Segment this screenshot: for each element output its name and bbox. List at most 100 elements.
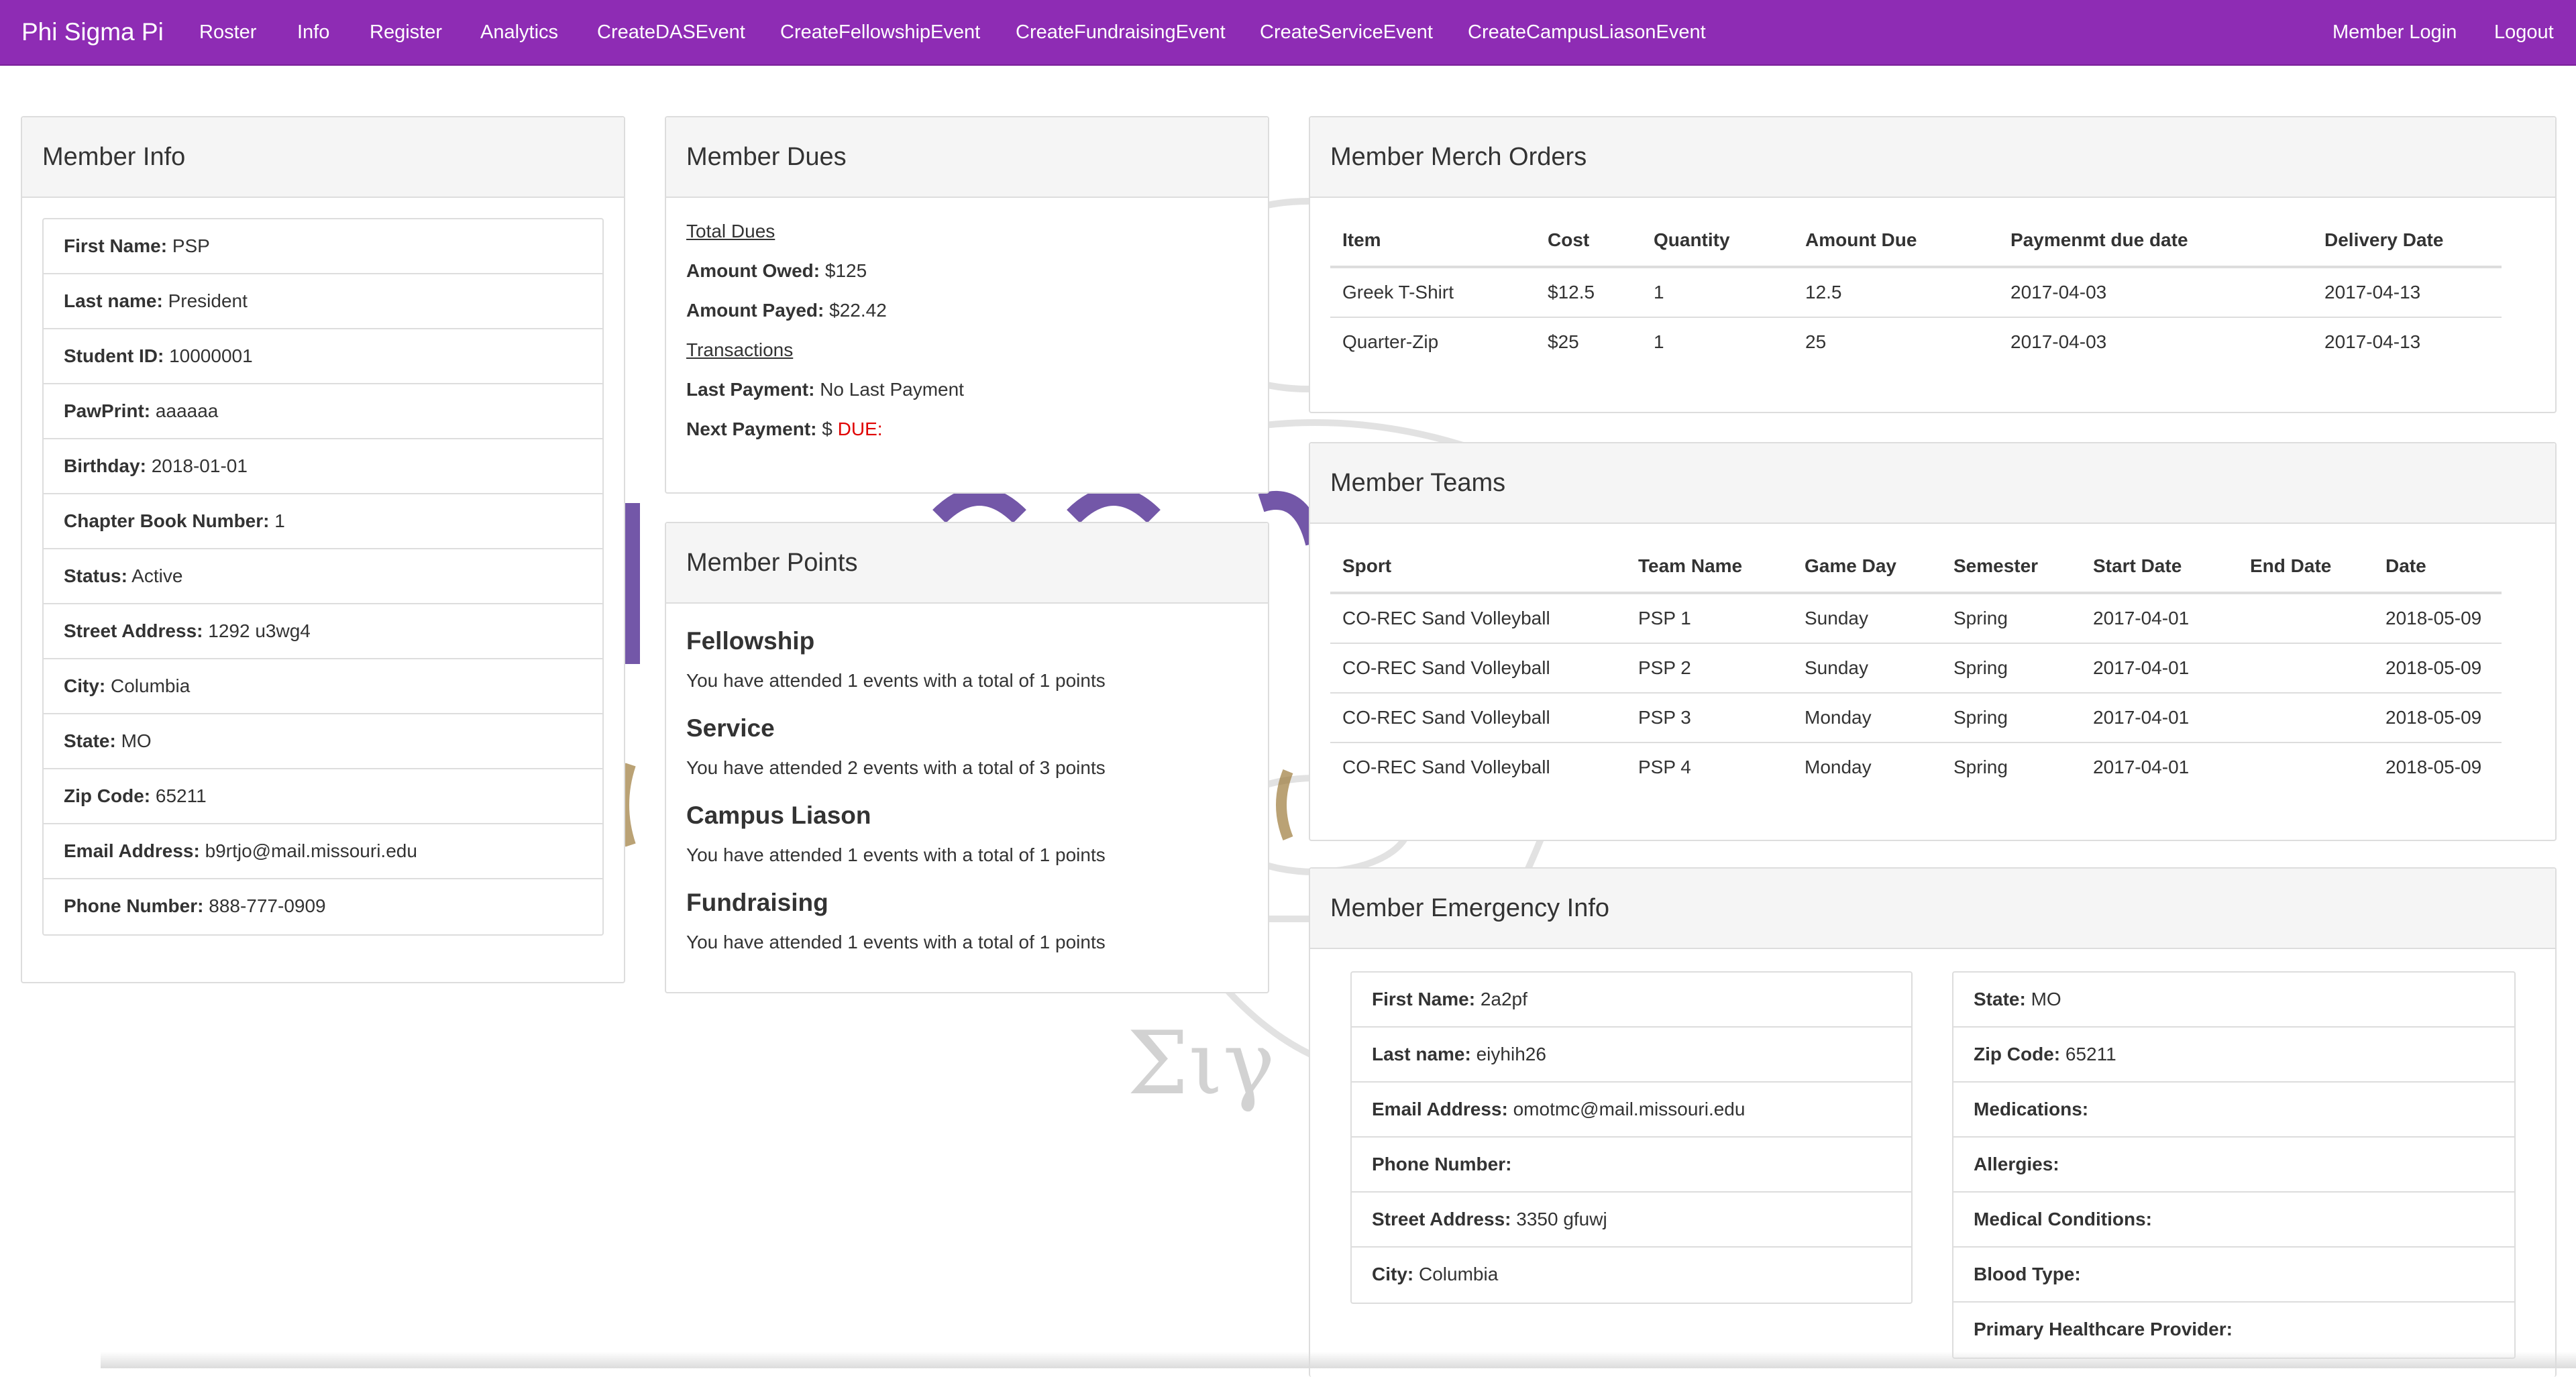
emergency-primary-healthcare-provider: Primary Healthcare Provider: [1974, 1319, 2233, 1339]
info-pawprint: PawPrint: aaaaaa [44, 384, 602, 439]
emergency-blood-type: Blood Type: [1953, 1248, 2514, 1303]
points-summary-fundraising: You have attended 1 events with a total … [686, 932, 1106, 952]
table-cell: 1 [1642, 267, 1793, 318]
emergency-city: City: Columbia [1372, 1264, 1499, 1284]
merch-table-header: Item Cost Quantity Amount Due Paymenmt d… [1330, 215, 2502, 268]
due-label: DUE: [837, 419, 883, 439]
table-cell [2238, 742, 2373, 791]
nav-register[interactable]: Register [370, 0, 442, 66]
emergency-right-list: State: MO Zip Code: 65211 Medications: A… [1952, 971, 2516, 1359]
table-cell: Spring [1941, 693, 2081, 743]
transactions-link[interactable]: Transactions [686, 330, 1248, 370]
emergency-email-address: Email Address: omotmc@mail.missouri.edu [1352, 1083, 1911, 1138]
column-header: Date [2373, 541, 2502, 594]
table-cell: PSP 1 [1626, 593, 1792, 644]
nav-analytics[interactable]: Analytics [480, 0, 558, 66]
info-phone-number: Phone Number: 888-777-0909 [64, 895, 326, 916]
table-cell: 2017-04-13 [2324, 331, 2421, 352]
nav-create-campus-liason-event[interactable]: CreateCampusLiasonEvent [1468, 0, 1706, 66]
window-bottom-shadow [101, 1352, 2576, 1368]
top-navbar: Phi Sigma Pi Roster Info Register Analyt… [0, 0, 2576, 66]
table-cell: Monday [1805, 757, 1872, 777]
column-header: Quantity [1642, 215, 1793, 268]
emergency-info-panel: Member Emergency Info First Name: 2a2pf … [1309, 867, 2557, 1377]
merch-orders-panel: Member Merch Orders Item Cost Quantity A… [1309, 116, 2557, 413]
nav-roster[interactable]: Roster [199, 0, 256, 66]
column-header: Semester [1941, 541, 2081, 594]
emergency-left-list: First Name: 2a2pf Last name: eiyhih26 Em… [1350, 971, 1913, 1304]
table-cell [2238, 643, 2373, 694]
info-status: Status: Active [44, 549, 602, 604]
emergency-info-title: Member Emergency Info [1310, 869, 2555, 949]
column-header: Sport [1330, 541, 1626, 594]
member-info-panel: Member Info First Name: PSP Last name: P… [21, 116, 625, 983]
table-cell: Sunday [1792, 593, 1941, 644]
nav-create-service-event[interactable]: CreateServiceEvent [1260, 0, 1433, 66]
info-student-id: Student ID: 10000001 [44, 329, 602, 384]
table-row: CO-REC Sand Volleyball PSP 3 Monday Spri… [1330, 693, 2502, 743]
table-row: CO-REC Sand Volleyball PSP 1 Sunday Spri… [1330, 593, 2502, 644]
column-header: Amount Due [1793, 215, 1998, 268]
table-cell: PSP 3 [1626, 693, 1792, 743]
table-cell: 2018-05-09 [2373, 693, 2502, 743]
points-summary-service: You have attended 2 events with a total … [686, 757, 1106, 778]
teams-table-header: Sport Team Name Game Day Semester Start … [1330, 541, 2502, 594]
info-last-name: Last name: President [44, 274, 602, 329]
info-chapter-book-number: Chapter Book Number: 1 [44, 494, 602, 549]
total-dues-link[interactable]: Total Dues [686, 211, 1248, 251]
nav-member-login[interactable]: Member Login [2332, 0, 2457, 66]
table-cell: PSP 2 [1626, 643, 1792, 694]
table-cell: $12.5 [1536, 267, 1642, 318]
table-cell [2238, 693, 2373, 743]
table-row: Greek T-Shirt $12.5 1 12.5 2017-04-03 20… [1330, 267, 2502, 318]
brand-link[interactable]: Phi Sigma Pi [21, 0, 164, 66]
nav-info[interactable]: Info [297, 0, 329, 66]
emergency-medications: Medications: [1953, 1083, 2514, 1138]
emergency-medical-conditions: Medical Conditions: [1953, 1193, 2514, 1248]
nav-create-das-event[interactable]: CreateDASEvent [597, 0, 745, 66]
table-cell: 2017-04-01 [2093, 757, 2190, 777]
table-cell: 2017-04-01 [2081, 693, 2238, 743]
emergency-zip-code: Zip Code: 65211 [1953, 1028, 2514, 1083]
table-cell: Greek T-Shirt [1330, 267, 1536, 318]
table-cell: Spring [1941, 643, 2081, 694]
emergency-state: State: MO [1953, 973, 2514, 1028]
nav-logout[interactable]: Logout [2494, 0, 2554, 66]
table-cell: CO-REC Sand Volleyball [1330, 593, 1626, 644]
table-cell: Spring [1941, 593, 2081, 644]
info-street-address: Street Address: 1292 u3wg4 [44, 604, 602, 659]
table-cell: CO-REC Sand Volleyball [1330, 693, 1626, 743]
points-category-campus-liason: Campus Liason [686, 802, 871, 829]
member-points-title: Member Points [666, 523, 1268, 604]
emergency-last-name: Last name: eiyhih26 [1352, 1028, 1911, 1083]
table-row: CO-REC Sand Volleyball PSP 4 Monday Spri… [1330, 742, 2502, 791]
member-info-list: First Name: PSP Last name: President Stu… [42, 218, 604, 936]
column-header: Delivery Date [2312, 215, 2502, 268]
member-info-title: Member Info [22, 117, 624, 198]
column-header: Item [1330, 215, 1536, 268]
merch-orders-title: Member Merch Orders [1310, 117, 2555, 198]
amount-payed: Amount Payed: $22.42 [686, 300, 887, 321]
table-cell: 2018-05-09 [2373, 593, 2502, 644]
member-dues-body: Total Dues Amount Owed: $125 Amount Paye… [686, 211, 1248, 449]
points-summary-campus-liason: You have attended 1 events with a total … [686, 844, 1106, 865]
member-dues-title: Member Dues [666, 117, 1268, 198]
table-cell: PSP 4 [1638, 757, 1691, 777]
member-teams-table: Sport Team Name Game Day Semester Start … [1330, 541, 2502, 791]
column-header: Start Date [2081, 541, 2238, 594]
nav-create-fellowship-event[interactable]: CreateFellowshipEvent [780, 0, 980, 66]
info-birthday: Birthday: 2018-01-01 [44, 439, 602, 494]
emergency-allergies: Allergies: [1953, 1138, 2514, 1193]
table-cell: CO-REC Sand Volleyball [1330, 643, 1626, 694]
member-teams-panel: Member Teams Sport Team Name Game Day Se… [1309, 442, 2557, 841]
table-cell: Quarter-Zip [1342, 331, 1439, 352]
emergency-street-address: Street Address: 3350 gfuwj [1352, 1193, 1911, 1248]
table-cell: 2017-04-01 [2081, 643, 2238, 694]
table-cell: 25 [1805, 331, 1827, 352]
nav-create-fundraising-event[interactable]: CreateFundraisingEvent [1016, 0, 1226, 66]
points-category-fundraising: Fundraising [686, 889, 828, 916]
info-zip-code: Zip Code: 65211 [44, 769, 602, 824]
table-cell: 12.5 [1793, 267, 1998, 318]
table-cell: 2018-05-09 [2373, 643, 2502, 694]
table-cell: Spring [1953, 757, 2008, 777]
